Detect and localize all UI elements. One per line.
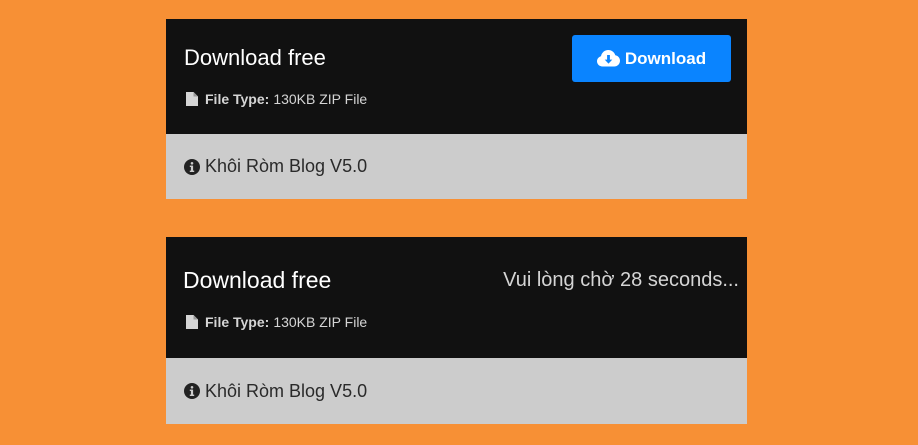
info-icon bbox=[184, 383, 200, 399]
footer-text: Khôi Ròm Blog V5.0 bbox=[205, 156, 368, 176]
file-type-label: File Type: bbox=[205, 314, 270, 330]
file-type-info: File Type: 130KB ZIP File bbox=[186, 91, 367, 107]
download-card-footer: Khôi Ròm Blog V5.0 bbox=[166, 134, 747, 199]
download-card-footer: Khôi Ròm Blog V5.0 bbox=[166, 358, 747, 424]
file-icon bbox=[186, 315, 198, 329]
download-title: Download free bbox=[183, 267, 332, 293]
download-card-header: Download free File Type: 130KB ZIP File … bbox=[166, 237, 747, 358]
file-type-value: 130KB ZIP File bbox=[273, 314, 368, 330]
download-title: Download free bbox=[184, 45, 326, 70]
cloud-download-icon bbox=[596, 50, 620, 67]
download-button-label: Download bbox=[624, 48, 707, 68]
file-type-value: 130KB ZIP File bbox=[273, 91, 368, 107]
file-type-label: File Type: bbox=[205, 91, 270, 107]
download-card-header: Download free File Type: 130KB ZIP File … bbox=[166, 19, 747, 134]
footer-text: Khôi Ròm Blog V5.0 bbox=[205, 380, 368, 401]
countdown-text: Vui lòng chờ 28 seconds... bbox=[503, 269, 739, 291]
info-icon bbox=[184, 158, 200, 175]
download-card-ready: Download free File Type: 130KB ZIP File … bbox=[166, 19, 747, 199]
file-icon bbox=[186, 92, 198, 106]
download-button[interactable]: Download bbox=[572, 35, 731, 82]
download-card-waiting: Download free File Type: 130KB ZIP File … bbox=[166, 237, 747, 424]
file-type-info: File Type: 130KB ZIP File bbox=[186, 314, 367, 330]
